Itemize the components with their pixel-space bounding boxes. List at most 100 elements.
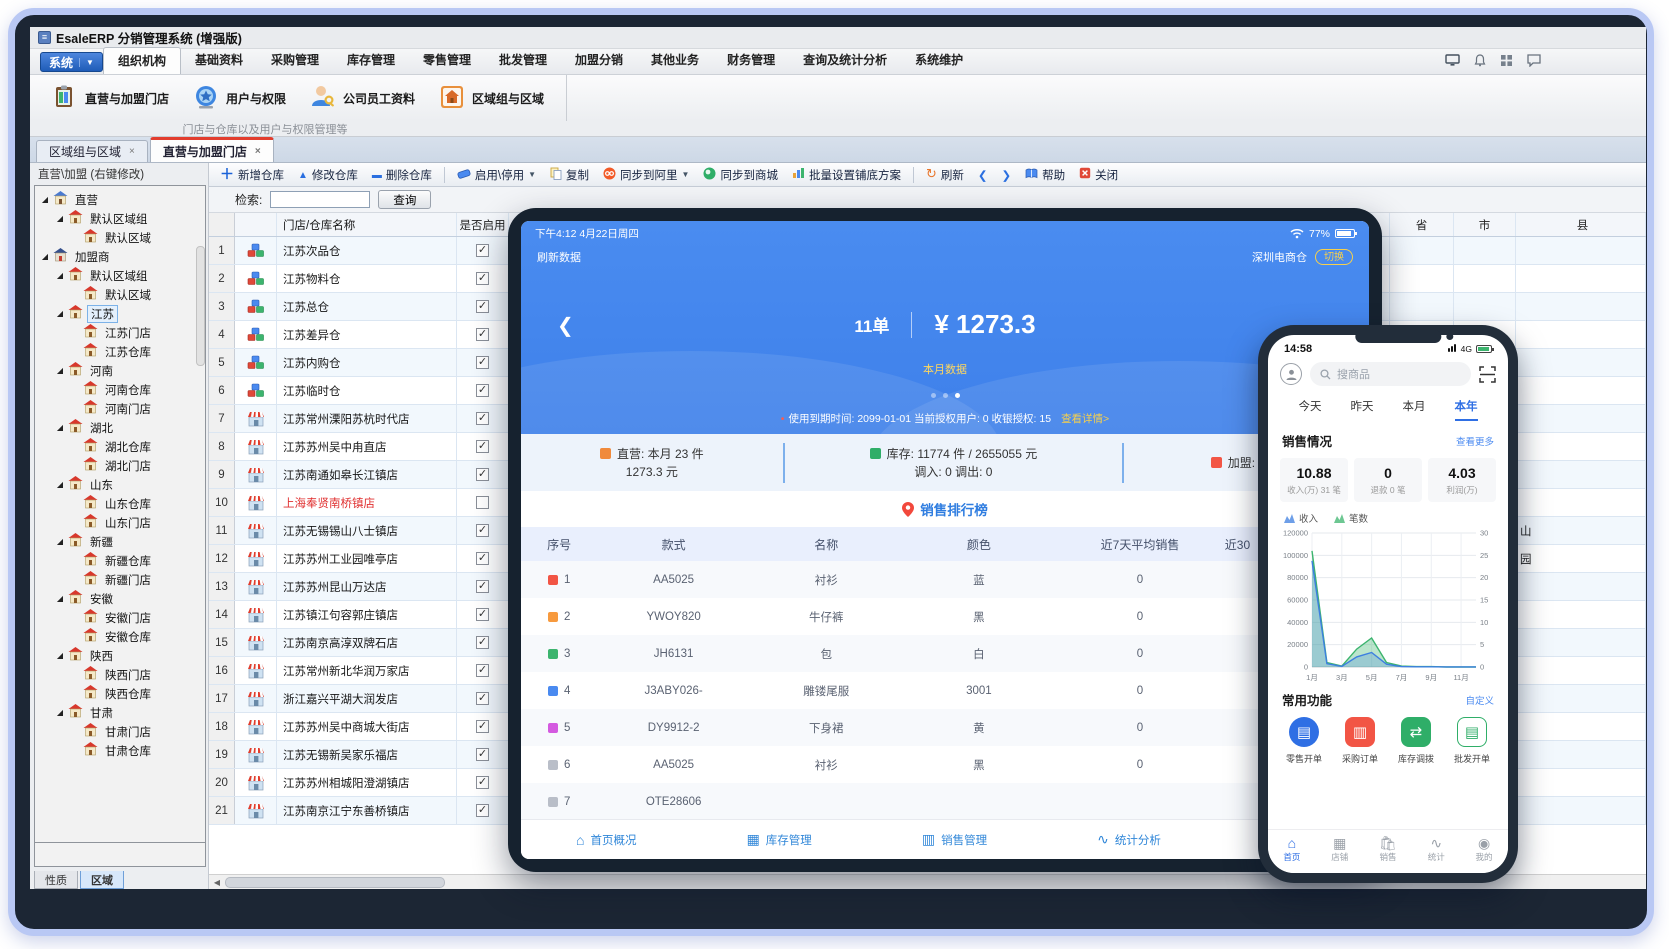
checkbox-checked[interactable]: ✓ bbox=[476, 664, 489, 677]
toolbar-同步到商城[interactable]: 同步到商城 bbox=[698, 165, 783, 185]
tablet-nav-首页概况[interactable]: ⌂首页概况 bbox=[576, 832, 636, 848]
phone-nav-我的[interactable]: ◉我的 bbox=[1476, 836, 1493, 863]
checkbox-checked[interactable]: ✓ bbox=[476, 412, 489, 425]
tree-node-默认区域组[interactable]: ◢默认区域组 bbox=[37, 209, 205, 228]
enabled-cell[interactable]: ✓ bbox=[457, 769, 509, 796]
checkbox-checked[interactable]: ✓ bbox=[476, 608, 489, 621]
menu-tab-8[interactable]: 财务管理 bbox=[713, 47, 789, 74]
left-panel-tab-性质[interactable]: 性质 bbox=[34, 871, 78, 889]
rank-row[interactable]: 1AA5025衬衫蓝0 bbox=[521, 561, 1369, 598]
checkbox-checked[interactable]: ✓ bbox=[476, 804, 489, 817]
rank-row[interactable]: 6AA5025衬衫黑0 bbox=[521, 746, 1369, 783]
tree-node-湖北[interactable]: ◢湖北 bbox=[37, 418, 205, 437]
enabled-cell[interactable]: ✓ bbox=[457, 377, 509, 404]
switch-warehouse-button[interactable]: 切换 bbox=[1315, 249, 1353, 265]
toolbar-启用\停用[interactable]: 启用\停用▼ bbox=[452, 165, 541, 185]
toolbar-刷新[interactable]: ↻刷新 bbox=[921, 165, 969, 185]
checkbox-checked[interactable]: ✓ bbox=[476, 300, 489, 313]
tablet-nav-统计分析[interactable]: ∿统计分析 bbox=[1097, 831, 1161, 848]
scrollbar-thumb[interactable] bbox=[225, 877, 445, 888]
checkbox-checked[interactable]: ✓ bbox=[476, 720, 489, 733]
tree-node-甘肃仓库[interactable]: 甘肃仓库 bbox=[37, 741, 205, 760]
toolbar-帮助[interactable]: 帮助 bbox=[1020, 165, 1070, 185]
tree-scrollbar[interactable] bbox=[196, 246, 205, 366]
enabled-cell[interactable]: ✓ bbox=[457, 237, 509, 264]
enabled-cell[interactable]: ✓ bbox=[457, 433, 509, 460]
tree-expander-icon[interactable]: ◢ bbox=[56, 366, 64, 375]
rank-row[interactable]: 3JH6131包白0 bbox=[521, 635, 1369, 672]
tablet-nav-销售管理[interactable]: ▥销售管理 bbox=[922, 831, 987, 848]
enabled-cell[interactable]: ✓ bbox=[457, 293, 509, 320]
toolbar-复制[interactable]: 复制 bbox=[545, 165, 594, 185]
period-tab-昨天[interactable]: 昨天 bbox=[1351, 398, 1374, 421]
tree-node-甘肃门店[interactable]: 甘肃门店 bbox=[37, 722, 205, 741]
toolbar-批量设置铺底方案[interactable]: 批量设置铺底方案 bbox=[787, 165, 906, 185]
ribbon-button-2[interactable]: 公司员工资料 bbox=[298, 79, 427, 118]
toolbar-修改仓库[interactable]: ▲修改仓库 bbox=[293, 165, 363, 185]
system-menu-button[interactable]: 系统 ▼ bbox=[40, 52, 103, 72]
checkbox-checked[interactable]: ✓ bbox=[476, 580, 489, 593]
menu-tab-7[interactable]: 其他业务 bbox=[637, 47, 713, 74]
chat-icon[interactable] bbox=[1525, 53, 1542, 68]
left-panel-tab-区域[interactable]: 区域 bbox=[80, 871, 124, 889]
tablet-nav-库存管理[interactable]: ▦库存管理 bbox=[747, 831, 812, 848]
tree-node-江苏[interactable]: ◢江苏 bbox=[37, 304, 205, 323]
menu-tab-3[interactable]: 库存管理 bbox=[333, 47, 409, 74]
toolbar-nav-right[interactable]: ❯ bbox=[997, 166, 1017, 184]
grid-icon[interactable] bbox=[1498, 53, 1515, 68]
carousel-dots[interactable] bbox=[521, 393, 1369, 398]
toolbar-新增仓库[interactable]: ＋新增仓库 bbox=[215, 165, 289, 185]
checkbox-checked[interactable]: ✓ bbox=[476, 748, 489, 761]
close-icon[interactable]: × bbox=[255, 146, 261, 157]
tree-expander-icon[interactable]: ◢ bbox=[56, 423, 64, 432]
product-search-input[interactable]: 搜商品 bbox=[1310, 362, 1471, 386]
enabled-cell[interactable]: ✓ bbox=[457, 657, 509, 684]
search-input[interactable] bbox=[270, 191, 370, 208]
checkbox[interactable] bbox=[476, 496, 489, 509]
tree-node-加盟商[interactable]: ◢加盟商 bbox=[37, 247, 205, 266]
phone-nav-首页[interactable]: ⌂首页 bbox=[1283, 836, 1300, 863]
checkbox-checked[interactable]: ✓ bbox=[476, 776, 489, 789]
enabled-cell[interactable]: ✓ bbox=[457, 461, 509, 488]
quick-action-采购订单[interactable]: ▥采购订单 bbox=[1342, 717, 1378, 765]
enabled-cell[interactable]: ✓ bbox=[457, 741, 509, 768]
enabled-cell[interactable]: ✓ bbox=[457, 321, 509, 348]
customize-link[interactable]: 自定义 bbox=[1465, 693, 1494, 707]
tree-expander-icon[interactable]: ◢ bbox=[56, 271, 64, 280]
checkbox-checked[interactable]: ✓ bbox=[476, 384, 489, 397]
doc-tab-1[interactable]: 直营与加盟门店× bbox=[150, 137, 274, 162]
tree-expander-icon[interactable]: ◢ bbox=[41, 195, 49, 204]
enabled-cell[interactable]: ✓ bbox=[457, 797, 509, 824]
tree-node-江苏仓库[interactable]: 江苏仓库 bbox=[37, 342, 205, 361]
refresh-data-link[interactable]: 刷新数据 bbox=[537, 249, 581, 265]
menu-tab-1[interactable]: 基础资料 bbox=[181, 47, 257, 74]
ribbon-button-0[interactable]: 直营与加盟门店 bbox=[40, 79, 181, 118]
tree-node-默认区域[interactable]: 默认区域 bbox=[37, 285, 205, 304]
tree-expander-icon[interactable]: ◢ bbox=[56, 537, 64, 546]
menu-tab-10[interactable]: 系统维护 bbox=[901, 47, 977, 74]
tree-node-陕西仓库[interactable]: 陕西仓库 bbox=[37, 684, 205, 703]
tree-node-湖北门店[interactable]: 湖北门店 bbox=[37, 456, 205, 475]
chevron-down-icon[interactable]: ▼ bbox=[528, 170, 536, 179]
enabled-cell[interactable]: ✓ bbox=[457, 713, 509, 740]
scroll-left-icon[interactable]: ◀ bbox=[209, 878, 225, 887]
quick-action-库存调拨[interactable]: ⇄库存调拨 bbox=[1398, 717, 1434, 765]
tree-expander-icon[interactable]: ◢ bbox=[56, 708, 64, 717]
tree-node-河南仓库[interactable]: 河南仓库 bbox=[37, 380, 205, 399]
enabled-cell[interactable] bbox=[457, 489, 509, 516]
monitor-icon[interactable] bbox=[1444, 53, 1461, 68]
enabled-cell[interactable]: ✓ bbox=[457, 573, 509, 600]
phone-nav-统计[interactable]: ∿统计 bbox=[1428, 836, 1445, 863]
checkbox-checked[interactable]: ✓ bbox=[476, 328, 489, 341]
scan-icon[interactable] bbox=[1479, 366, 1496, 383]
tree-node-安徽[interactable]: ◢安徽 bbox=[37, 589, 205, 608]
checkbox-checked[interactable]: ✓ bbox=[476, 272, 489, 285]
period-tab-今天[interactable]: 今天 bbox=[1299, 398, 1322, 421]
checkbox-checked[interactable]: ✓ bbox=[476, 552, 489, 565]
toolbar-关闭[interactable]: 关闭 bbox=[1074, 165, 1123, 185]
tree-node-山东门店[interactable]: 山东门店 bbox=[37, 513, 205, 532]
tree-node-新疆仓库[interactable]: 新疆仓库 bbox=[37, 551, 205, 570]
tree-expander-icon[interactable]: ◢ bbox=[56, 594, 64, 603]
rank-row[interactable]: 7OTE28606 bbox=[521, 783, 1369, 820]
bell-icon[interactable] bbox=[1471, 53, 1488, 68]
